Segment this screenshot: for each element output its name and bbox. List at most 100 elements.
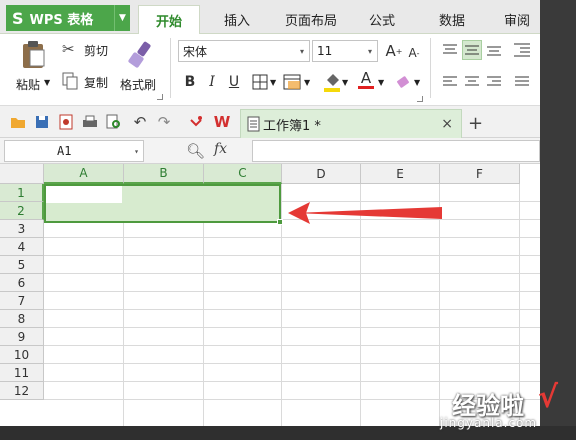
ribbon-tab-bar: S WPS 表格 ▼ 开始 插入 页面布局 公式 数据 审阅: [0, 0, 540, 34]
name-box-value: A1: [57, 144, 72, 158]
bold-button[interactable]: B: [180, 72, 200, 92]
export-pdf-icon[interactable]: [58, 114, 74, 130]
row-header-1[interactable]: 1: [0, 184, 44, 202]
cut-label: 剪切: [84, 44, 109, 58]
grid-row-line: [44, 345, 540, 346]
shrink-font-button[interactable]: A-: [404, 43, 424, 63]
chevron-down-icon[interactable]: ▼: [44, 78, 50, 87]
tab-page-layout[interactable]: 页面布局: [274, 5, 348, 34]
align-left-icon: [443, 76, 457, 86]
chevron-down-icon: ▾: [367, 46, 372, 56]
close-icon[interactable]: ×: [441, 116, 453, 132]
merge-cells-icon: [283, 74, 301, 90]
align-left-button[interactable]: [440, 72, 460, 92]
font-name-dropdown[interactable]: 宋体 ▾: [178, 40, 310, 62]
customize-toolbar-icon[interactable]: [188, 114, 204, 130]
borders-button[interactable]: [250, 72, 270, 92]
row-header-11[interactable]: 11: [0, 364, 44, 382]
chevron-down-icon[interactable]: ▼: [114, 5, 130, 31]
align-right-button[interactable]: [484, 72, 504, 92]
insert-function-button[interactable]: fx: [214, 141, 227, 157]
wps-icon[interactable]: W: [214, 113, 231, 131]
name-box[interactable]: A1 ▾: [4, 140, 144, 162]
align-center-button[interactable]: [462, 72, 482, 92]
chevron-down-icon[interactable]: ▼: [304, 78, 310, 87]
document-tab[interactable]: 工作簿1 * ×: [240, 109, 462, 138]
row-header-8[interactable]: 8: [0, 310, 44, 328]
grid-row-line: [44, 327, 540, 328]
paste-button[interactable]: 粘贴 ▼: [14, 38, 54, 98]
formula-input[interactable]: [252, 140, 540, 162]
justify-icon: [515, 76, 529, 86]
grow-font-icon: A: [385, 42, 396, 60]
row-header-10[interactable]: 10: [0, 346, 44, 364]
redo-icon[interactable]: ↷: [156, 113, 172, 131]
row-header-6[interactable]: 6: [0, 274, 44, 292]
brush-icon: [128, 41, 151, 68]
row-header-2[interactable]: 2: [0, 202, 44, 220]
row-header-9[interactable]: 9: [0, 328, 44, 346]
font-name-value: 宋体: [183, 44, 208, 59]
cut-button[interactable]: ✂ 剪切: [62, 40, 114, 60]
new-tab-button[interactable]: +: [468, 113, 483, 134]
align-middle-button[interactable]: [462, 40, 482, 60]
row-header-12[interactable]: 12: [0, 382, 44, 400]
font-size-dropdown[interactable]: 11 ▾: [312, 40, 378, 62]
print-preview-icon[interactable]: [106, 114, 122, 130]
open-folder-icon[interactable]: [10, 114, 26, 130]
column-header-a[interactable]: A: [44, 164, 124, 184]
justify-button[interactable]: [512, 72, 532, 92]
font-color-swatch: [358, 86, 374, 89]
grid-row-line: [44, 237, 540, 238]
column-header-d[interactable]: D: [282, 164, 361, 184]
column-header-c[interactable]: C: [204, 164, 282, 184]
row-header-7[interactable]: 7: [0, 292, 44, 310]
tab-insert[interactable]: 插入: [208, 5, 266, 34]
font-color-button[interactable]: A: [356, 70, 376, 90]
clipboard-dialog-launcher[interactable]: [157, 94, 163, 100]
align-bottom-button[interactable]: [484, 40, 504, 60]
chevron-down-icon[interactable]: ▼: [342, 78, 348, 87]
print-icon[interactable]: [82, 114, 98, 130]
search-icon[interactable]: 🔍︎: [186, 142, 205, 160]
grow-font-button[interactable]: A +: [384, 41, 404, 61]
tab-data[interactable]: 数据: [424, 5, 480, 34]
wps-app-menu-button[interactable]: S WPS 表格 ▼: [6, 5, 130, 31]
copy-button[interactable]: 复制: [62, 72, 114, 92]
shrink-font-icon: A: [408, 46, 417, 60]
active-cell-a1[interactable]: [46, 186, 122, 203]
formula-bar: A1 ▾ 🔍︎ fx: [0, 138, 540, 164]
chevron-down-icon[interactable]: ▼: [378, 78, 384, 87]
column-header-f[interactable]: F: [440, 164, 520, 184]
grid-row-line: [44, 291, 540, 292]
row-header-4[interactable]: 4: [0, 238, 44, 256]
clear-format-button[interactable]: [394, 72, 414, 92]
screen-background: [540, 0, 576, 440]
indent-button[interactable]: [512, 40, 532, 60]
merge-cells-button[interactable]: [282, 72, 302, 92]
tab-formulas[interactable]: 公式: [356, 5, 408, 34]
column-header-e[interactable]: E: [361, 164, 440, 184]
chevron-down-icon[interactable]: ▼: [270, 78, 276, 87]
align-center-icon: [465, 76, 479, 86]
save-icon[interactable]: [34, 114, 50, 130]
italic-button[interactable]: I: [202, 72, 222, 92]
underline-button[interactable]: U: [224, 72, 244, 92]
font-dialog-launcher[interactable]: [417, 96, 423, 102]
fill-color-button[interactable]: [322, 72, 342, 92]
chevron-down-icon[interactable]: ▾: [134, 147, 139, 156]
format-painter-button[interactable]: 格式刷: [118, 38, 164, 98]
align-top-button[interactable]: [440, 40, 460, 60]
column-header-b[interactable]: B: [124, 164, 204, 184]
row-header-5[interactable]: 5: [0, 256, 44, 274]
select-all-corner[interactable]: [0, 164, 44, 184]
tab-home[interactable]: 开始: [138, 5, 200, 34]
tab-review[interactable]: 审阅: [494, 5, 540, 34]
undo-icon[interactable]: ↶: [132, 113, 148, 131]
paint-bucket-icon: [324, 74, 340, 92]
copy-icon: [62, 72, 78, 90]
fill-handle[interactable]: [277, 219, 283, 225]
eraser-icon: [397, 76, 409, 88]
row-header-3[interactable]: 3: [0, 220, 44, 238]
chevron-down-icon[interactable]: ▼: [414, 78, 420, 87]
